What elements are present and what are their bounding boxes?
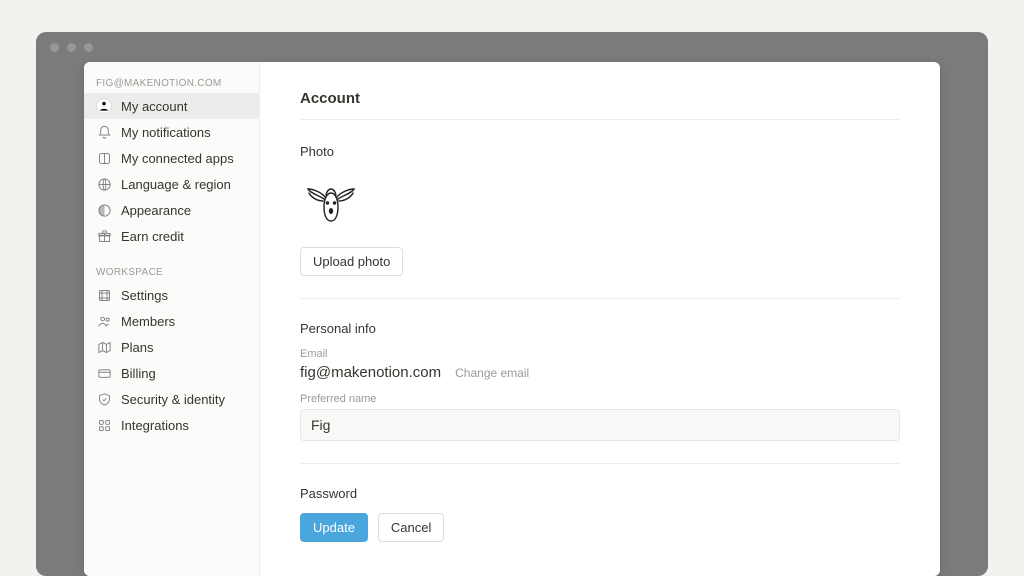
sidebar-item-plans[interactable]: Plans bbox=[84, 334, 259, 360]
sidebar: FIG@MAKENOTION.COM My account My notific… bbox=[84, 62, 260, 576]
upload-photo-button[interactable]: Upload photo bbox=[300, 247, 403, 276]
sidebar-item-my-account[interactable]: My account bbox=[84, 93, 259, 119]
sidebar-item-earn-credit[interactable]: Earn credit bbox=[84, 223, 259, 249]
sidebar-item-label: My notifications bbox=[121, 125, 211, 140]
bell-icon bbox=[96, 124, 112, 140]
billing-icon bbox=[96, 365, 112, 381]
sidebar-section-account-label: FIG@MAKENOTION.COM bbox=[84, 72, 259, 93]
sidebar-item-label: Billing bbox=[121, 366, 156, 381]
password-heading: Password bbox=[300, 486, 900, 501]
page-title: Account bbox=[300, 90, 900, 120]
sidebar-item-connected-apps[interactable]: My connected apps bbox=[84, 145, 259, 171]
traffic-light-close[interactable] bbox=[50, 43, 59, 52]
apps-icon bbox=[96, 150, 112, 166]
sidebar-item-label: Members bbox=[121, 314, 175, 329]
sidebar-item-label: Language & region bbox=[121, 177, 231, 192]
sidebar-item-label: My connected apps bbox=[121, 151, 234, 166]
personal-info-heading: Personal info bbox=[300, 321, 900, 336]
photo-block: Upload photo bbox=[300, 171, 900, 276]
email-label: Email bbox=[300, 348, 900, 360]
sidebar-item-integrations[interactable]: Integrations bbox=[84, 412, 259, 438]
gift-icon bbox=[96, 228, 112, 244]
sidebar-item-language-region[interactable]: Language & region bbox=[84, 171, 259, 197]
password-button-row: Update Cancel bbox=[300, 513, 900, 542]
avatar-icon bbox=[96, 98, 112, 114]
sidebar-item-security-identity[interactable]: Security & identity bbox=[84, 386, 259, 412]
cancel-button[interactable]: Cancel bbox=[378, 513, 444, 542]
sidebar-section-workspace-label: WORKSPACE bbox=[84, 261, 259, 282]
traffic-light-zoom[interactable] bbox=[84, 43, 93, 52]
preferred-name-label: Preferred name bbox=[300, 393, 900, 405]
preferred-name-input[interactable] bbox=[300, 409, 900, 441]
content-area: Account Photo bbox=[260, 62, 940, 576]
globe-icon bbox=[96, 176, 112, 192]
traffic-light-minimize[interactable] bbox=[67, 43, 76, 52]
plans-icon bbox=[96, 339, 112, 355]
photo-heading: Photo bbox=[300, 144, 900, 159]
sidebar-item-label: Settings bbox=[121, 288, 168, 303]
sidebar-item-label: Appearance bbox=[121, 203, 191, 218]
titlebar bbox=[36, 32, 988, 62]
sidebar-item-billing[interactable]: Billing bbox=[84, 360, 259, 386]
divider bbox=[300, 298, 900, 299]
settings-icon bbox=[96, 287, 112, 303]
sidebar-item-label: Plans bbox=[121, 340, 154, 355]
sidebar-item-label: Integrations bbox=[121, 418, 189, 433]
divider bbox=[300, 463, 900, 464]
integrations-icon bbox=[96, 417, 112, 433]
sidebar-item-label: Security & identity bbox=[121, 392, 225, 407]
settings-panel: FIG@MAKENOTION.COM My account My notific… bbox=[84, 62, 940, 576]
sidebar-item-appearance[interactable]: Appearance bbox=[84, 197, 259, 223]
sidebar-item-label: My account bbox=[121, 99, 187, 114]
sidebar-item-members[interactable]: Members bbox=[84, 308, 259, 334]
app-window: FIG@MAKENOTION.COM My account My notific… bbox=[36, 32, 988, 576]
appearance-icon bbox=[96, 202, 112, 218]
email-value: fig@makenotion.com bbox=[300, 364, 441, 381]
email-row: fig@makenotion.com Change email bbox=[300, 364, 900, 381]
sidebar-item-label: Earn credit bbox=[121, 229, 184, 244]
sidebar-item-settings[interactable]: Settings bbox=[84, 282, 259, 308]
shield-icon bbox=[96, 391, 112, 407]
sidebar-item-my-notifications[interactable]: My notifications bbox=[84, 119, 259, 145]
profile-photo bbox=[300, 171, 362, 233]
update-button[interactable]: Update bbox=[300, 513, 368, 542]
members-icon bbox=[96, 313, 112, 329]
change-email-link[interactable]: Change email bbox=[455, 366, 529, 380]
